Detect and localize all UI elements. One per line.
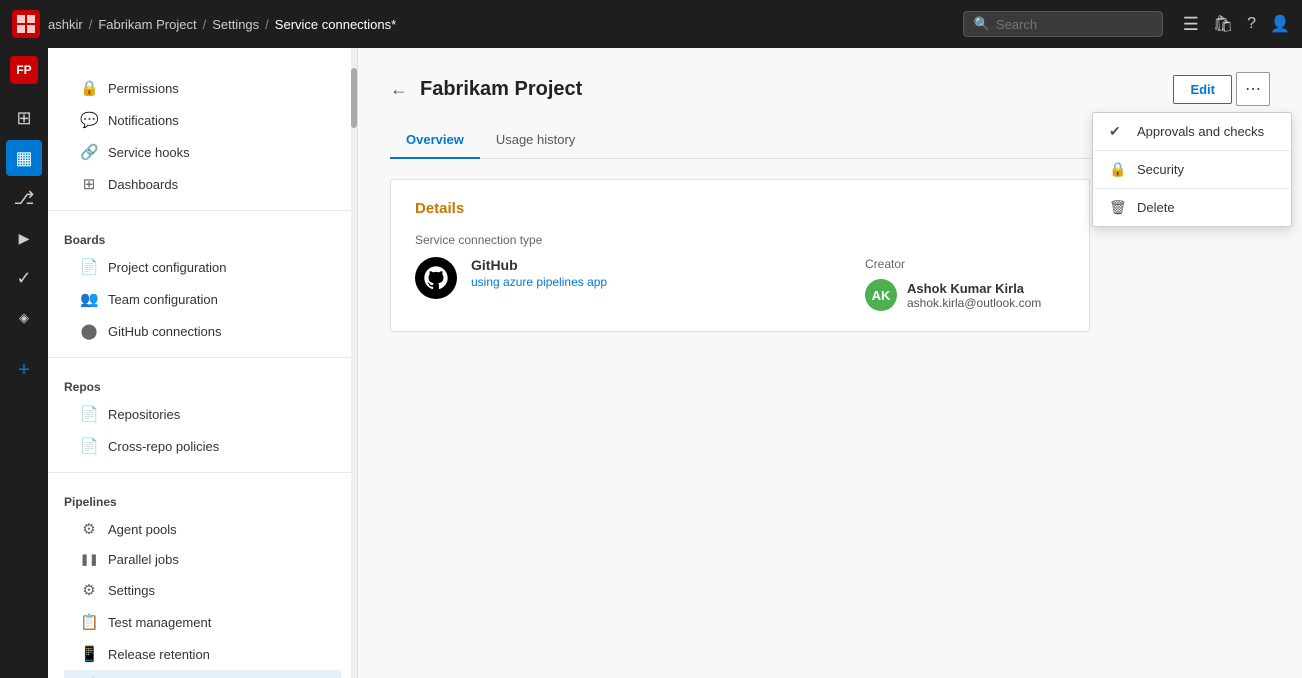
security-icon: 🔒 (1109, 161, 1127, 178)
menu-icon[interactable]: ☰ (1183, 14, 1199, 35)
search-icon: 🔍 (974, 16, 990, 32)
settings-icon: ⚙ (80, 581, 98, 599)
service-subtext: using azure pipelines app (471, 275, 851, 289)
creator-email: ashok.kirla@outlook.com (907, 296, 1041, 310)
notification-icon: 💬 (80, 111, 98, 129)
help-icon[interactable]: ? (1247, 15, 1256, 33)
dropdown-menu: ✔ Approvals and checks 🔒 Security 🗑 Dele… (1092, 112, 1292, 227)
sidebar-item-notifications[interactable]: 💬 Notifications (64, 104, 341, 136)
dropdown-item-approvals[interactable]: ✔ Approvals and checks (1093, 113, 1291, 150)
user-icon[interactable]: 👤 (1270, 14, 1290, 34)
divider-3 (48, 472, 357, 473)
divider-2 (48, 357, 357, 358)
more-icon: ⋯ (1245, 81, 1261, 98)
project-avatar[interactable]: FP (10, 56, 38, 84)
service-row: GitHub using azure pipelines app Creator… (415, 257, 1065, 311)
sidebar-item-agent-pools[interactable]: ⚙ Agent pools (64, 513, 341, 545)
dropdown-item-security[interactable]: 🔒 Security (1093, 151, 1291, 188)
service-type-label: Service connection type (415, 233, 1065, 247)
lock-icon: 🔒 (80, 79, 98, 97)
nav-icons: ☰ 🛍 ? 👤 (1183, 14, 1290, 35)
creator-section: Creator AK Ashok Kumar Kirla ashok.kirla… (865, 257, 1065, 311)
details-title: Details (415, 200, 1065, 217)
approvals-icon: ✔ (1109, 123, 1127, 140)
general-section: 🔒 Permissions 💬 Notifications 🔗 Service … (48, 56, 357, 204)
test-icon: 📋 (80, 613, 98, 631)
settings-sidebar: 🔒 Permissions 💬 Notifications 🔗 Service … (48, 48, 358, 678)
page-actions: Edit ⋯ (1173, 72, 1270, 106)
search-box[interactable]: 🔍 (963, 11, 1163, 37)
rail-artifacts[interactable]: ◈ (6, 300, 42, 336)
boards-section: Boards 📄 Project configuration 👥 Team co… (48, 217, 357, 351)
sidebar-item-test-management[interactable]: 📋 Test management (64, 606, 341, 638)
scrollbar-thumb[interactable] (351, 68, 357, 128)
sidebar-item-dashboards[interactable]: ⊞ Dashboards (64, 168, 341, 200)
repos-section: Repos 📄 Repositories 📄 Cross-repo polici… (48, 364, 357, 466)
config-icon: 📄 (80, 258, 98, 276)
sidebar-item-permissions[interactable]: 🔒 Permissions (64, 72, 341, 104)
service-name: GitHub (471, 257, 851, 273)
edit-button[interactable]: Edit (1173, 75, 1232, 104)
details-card: Details Service connection type GitHub u… (390, 179, 1090, 332)
page-header: ← Fabrikam Project Edit ⋯ (390, 72, 1270, 106)
agent-icon: ⚙ (80, 520, 98, 538)
tab-usage-history[interactable]: Usage history (480, 122, 591, 159)
app-logo[interactable] (12, 10, 40, 38)
dropdown-item-delete[interactable]: 🗑 Delete (1093, 189, 1291, 226)
pipelines-section-title: Pipelines (64, 495, 341, 509)
hook-icon: 🔗 (80, 143, 98, 161)
delete-icon: 🗑 (1109, 199, 1127, 216)
sidebar-item-parallel-jobs[interactable]: ❚❚ Parallel jobs (64, 545, 341, 574)
service-info: GitHub using azure pipelines app (471, 257, 851, 289)
sidebar-item-release-retention[interactable]: 📱 Release retention (64, 638, 341, 670)
sidebar-item-settings[interactable]: ⚙ Settings (64, 574, 341, 606)
parallel-icon: ❚❚ (80, 553, 98, 566)
cart-icon[interactable]: 🛍 (1213, 14, 1233, 34)
sidebar-item-team-config[interactable]: 👥 Team configuration (64, 283, 341, 315)
back-button[interactable]: ← (390, 79, 408, 100)
sidebar-item-project-config[interactable]: 📄 Project configuration (64, 251, 341, 283)
search-input[interactable] (996, 17, 1152, 32)
creator-row: AK Ashok Kumar Kirla ashok.kirla@outlook… (865, 279, 1065, 311)
rail-boards[interactable]: ▦ (6, 140, 42, 176)
policy-icon: 📄 (80, 437, 98, 455)
breadcrumb: ashkir / Fabrikam Project / Settings / S… (48, 17, 396, 32)
sidebar-item-cross-repo[interactable]: 📄 Cross-repo policies (64, 430, 341, 462)
creator-label: Creator (865, 257, 1065, 271)
rail-testplans[interactable]: ✓ (6, 260, 42, 296)
top-navigation: ashkir / Fabrikam Project / Settings / S… (0, 0, 1302, 48)
creator-details: Ashok Kumar Kirla ashok.kirla@outlook.co… (907, 281, 1041, 310)
sidebar-item-github-connections[interactable]: ⬤ GitHub connections (64, 315, 341, 347)
boards-section-title: Boards (64, 233, 341, 247)
sidebar-item-service-connections[interactable]: 🔗 Service connections* (64, 670, 341, 678)
sidebar-item-service-hooks[interactable]: 🔗 Service hooks (64, 136, 341, 168)
rail-add[interactable]: + (6, 352, 42, 388)
dashboard-icon: ⊞ (80, 175, 98, 193)
pipelines-section: Pipelines ⚙ Agent pools ❚❚ Parallel jobs… (48, 479, 357, 678)
rail-pipelines[interactable]: ▶ (6, 220, 42, 256)
page-title-row: ← Fabrikam Project (390, 78, 582, 101)
rail-overview[interactable]: ⊞ (6, 100, 42, 136)
github-icon: ⬤ (80, 322, 98, 340)
service-logo (415, 257, 457, 299)
page-title: Fabrikam Project (420, 78, 582, 101)
creator-name: Ashok Kumar Kirla (907, 281, 1041, 296)
sidebar-item-repositories[interactable]: 📄 Repositories (64, 398, 341, 430)
divider-1 (48, 210, 357, 211)
retention-icon: 📱 (80, 645, 98, 663)
repos-section-title: Repos (64, 380, 341, 394)
team-icon: 👥 (80, 290, 98, 308)
repo-icon: 📄 (80, 405, 98, 423)
left-rail: FP ⊞ ▦ ⎇ ▶ ✓ ◈ + (0, 48, 48, 678)
tab-overview[interactable]: Overview (390, 122, 480, 159)
rail-repos[interactable]: ⎇ (6, 180, 42, 216)
more-button[interactable]: ⋯ (1236, 72, 1270, 106)
creator-avatar: AK (865, 279, 897, 311)
sidebar-scrollbar[interactable] (351, 48, 357, 678)
